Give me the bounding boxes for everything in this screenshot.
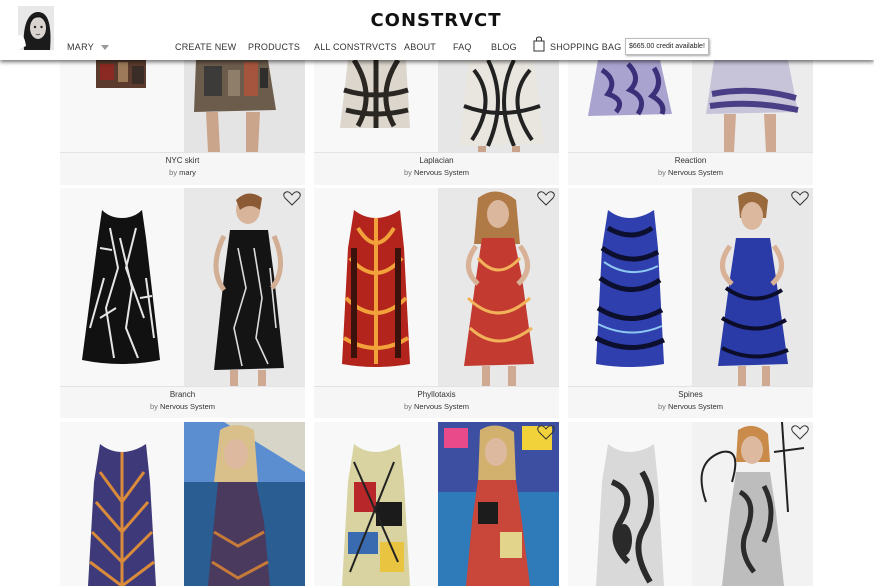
heart-outline-icon[interactable] — [791, 191, 809, 206]
product-card[interactable]: Spines by Nervous System — [568, 188, 813, 418]
product-card[interactable]: Reaction by Nervous System — [568, 60, 813, 185]
nav-faq[interactable]: FAQ — [453, 42, 472, 52]
product-card[interactable] — [568, 422, 813, 586]
product-info: NYC skirt by mary — [60, 152, 305, 185]
heart-outline-icon[interactable] — [791, 425, 809, 440]
product-info: Branch by Nervous System — [60, 386, 305, 418]
heart-outline-icon[interactable] — [537, 191, 555, 206]
nav-blog[interactable]: BLOG — [491, 42, 517, 52]
product-author-line: by Nervous System — [568, 402, 813, 411]
product-flat-image — [60, 188, 184, 386]
product-card[interactable]: Laplacian by Nervous System — [314, 60, 559, 185]
product-card[interactable] — [314, 422, 559, 586]
product-name[interactable]: Branch — [60, 390, 305, 399]
product-info: Spines by Nervous System — [568, 386, 813, 418]
product-model-image — [438, 60, 559, 152]
author-link[interactable]: mary — [179, 168, 196, 177]
product-model-image — [692, 422, 813, 586]
product-model-image — [184, 188, 305, 386]
product-info: Phyllotaxis by Nervous System — [314, 386, 559, 418]
product-model-image — [184, 422, 305, 586]
product-author-line: by Nervous System — [314, 402, 559, 411]
chevron-down-icon — [101, 44, 110, 50]
by-label: by — [657, 402, 666, 411]
shopping-bag-icon[interactable] — [533, 36, 545, 52]
author-link[interactable]: Nervous System — [414, 168, 469, 177]
nav-all-constrvcts[interactable]: ALL CONSTRVCTS — [314, 42, 397, 52]
product-card[interactable] — [60, 422, 305, 586]
user-menu[interactable]: MARY — [67, 42, 110, 52]
product-flat-image — [314, 60, 438, 152]
by-label: by — [403, 168, 412, 177]
nav-create-new[interactable]: CREATE NEW — [175, 42, 236, 52]
product-model-image — [438, 422, 559, 586]
author-link[interactable]: Nervous System — [668, 168, 723, 177]
nav-shopping-bag[interactable]: SHOPPING BAG — [550, 42, 621, 52]
by-label: by — [403, 402, 412, 411]
heart-outline-icon[interactable] — [283, 191, 301, 206]
product-info: Reaction by Nervous System — [568, 152, 813, 185]
product-card[interactable]: Branch by Nervous System — [60, 188, 305, 418]
product-name[interactable]: NYC skirt — [60, 156, 305, 165]
user-name: MARY — [67, 42, 95, 52]
product-model-image — [692, 188, 813, 386]
author-link[interactable]: Nervous System — [414, 402, 469, 411]
product-flat-image — [60, 60, 184, 152]
product-flat-image — [60, 422, 184, 586]
product-name[interactable]: Phyllotaxis — [314, 390, 559, 399]
product-model-image — [438, 188, 559, 386]
product-flat-image — [314, 422, 438, 586]
product-name[interactable]: Spines — [568, 390, 813, 399]
nav-about[interactable]: ABOUT — [404, 42, 436, 52]
by-label: by — [657, 168, 666, 177]
by-label: by — [169, 168, 178, 177]
product-author-line: by Nervous System — [60, 402, 305, 411]
nav-products[interactable]: PRODUCTS — [248, 42, 300, 52]
credit-badge: $665.00 credit available! — [625, 38, 709, 55]
avatar[interactable] — [18, 6, 54, 50]
product-card[interactable]: Phyllotaxis by Nervous System — [314, 188, 559, 418]
product-flat-image — [568, 60, 692, 152]
product-model-image — [692, 60, 813, 152]
author-link[interactable]: Nervous System — [668, 402, 723, 411]
product-author-line: by mary — [60, 168, 305, 177]
product-author-line: by Nervous System — [568, 168, 813, 177]
product-info: Laplacian by Nervous System — [314, 152, 559, 185]
product-flat-image — [568, 188, 692, 386]
by-label: by — [149, 402, 158, 411]
product-author-line: by Nervous System — [314, 168, 559, 177]
product-card[interactable]: NYC skirt by mary — [60, 60, 305, 185]
product-flat-image — [568, 422, 692, 586]
product-model-image — [184, 60, 305, 152]
product-name[interactable]: Laplacian — [314, 156, 559, 165]
heart-outline-icon[interactable] — [537, 425, 555, 440]
product-flat-image — [314, 188, 438, 386]
site-header: MARY CONSTRVCT CREATE NEW PRODUCTS ALL C… — [0, 0, 874, 60]
product-name[interactable]: Reaction — [568, 156, 813, 165]
logo[interactable]: CONSTRVCT — [368, 10, 504, 32]
author-link[interactable]: Nervous System — [160, 402, 215, 411]
